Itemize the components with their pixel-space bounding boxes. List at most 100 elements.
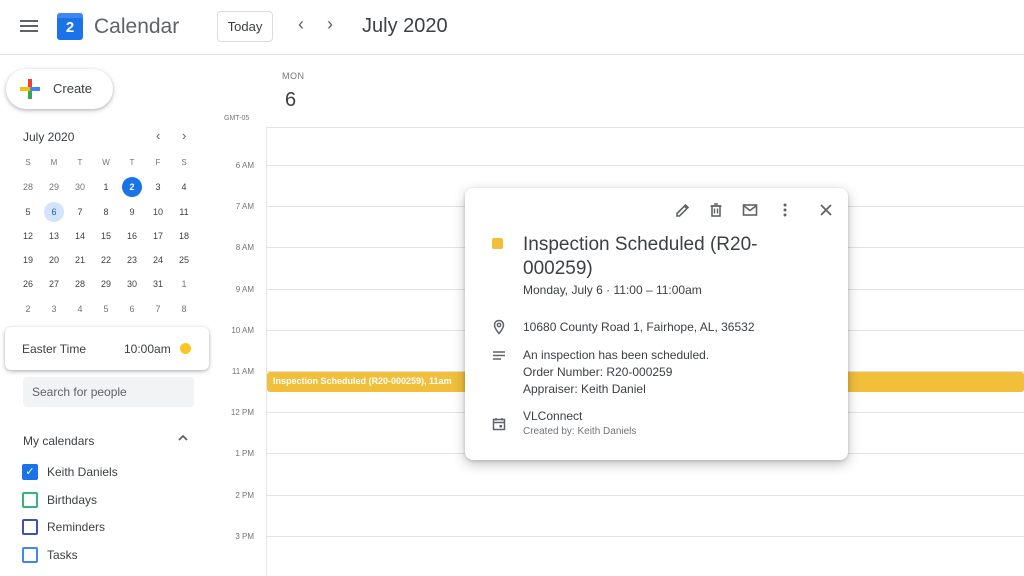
mini-calendar-day[interactable]: 1: [171, 273, 197, 297]
mini-calendar-day[interactable]: 15: [93, 225, 119, 249]
mini-calendar-day[interactable]: 21: [67, 249, 93, 273]
calendar-item[interactable]: Reminders: [22, 517, 202, 537]
calendar-item[interactable]: Birthdays: [22, 490, 202, 510]
mini-calendar-day[interactable]: 3: [145, 176, 171, 200]
mini-calendar-day[interactable]: 24: [145, 249, 171, 273]
mini-calendar-day[interactable]: 25: [171, 249, 197, 273]
calendar-item[interactable]: ✓ Keith Daniels: [22, 462, 202, 482]
mini-calendar-day[interactable]: 18: [171, 225, 197, 249]
more-options-icon[interactable]: [776, 201, 794, 219]
mini-calendar-weekday: M: [50, 158, 58, 167]
timezone-time: 10:00am: [124, 342, 171, 356]
close-icon[interactable]: [817, 201, 835, 219]
mini-calendar-weekday: W: [102, 158, 110, 167]
mini-calendar-day[interactable]: 2: [15, 298, 41, 322]
mini-calendar-day-label: 14: [74, 230, 85, 241]
edit-icon[interactable]: [674, 201, 692, 219]
event-created-by: Created by: Keith Daniels: [523, 426, 637, 437]
mini-calendar-day[interactable]: 28: [15, 176, 41, 200]
mini-calendar-day[interactable]: 8: [171, 298, 197, 322]
delete-icon[interactable]: [707, 201, 725, 219]
checkbox-checked-icon[interactable]: ✓: [22, 464, 38, 480]
hour-label: 7 AM: [235, 202, 254, 212]
mini-calendar-day[interactable]: 9: [119, 201, 145, 225]
hour-line[interactable]: [266, 535, 1024, 537]
mini-calendar-day-label: 1: [181, 279, 187, 290]
chevron-up-icon[interactable]: [177, 432, 189, 447]
mini-calendar-day[interactable]: 6: [41, 201, 67, 225]
calendar-item-label: Reminders: [47, 520, 106, 534]
mini-calendar-day[interactable]: 12: [15, 225, 41, 249]
gmt-offset-label: GMT-05: [224, 115, 250, 122]
mini-calendar-day[interactable]: 27: [41, 273, 67, 297]
mail-icon[interactable]: [741, 201, 759, 219]
mini-calendar-day[interactable]: 10: [145, 201, 171, 225]
mini-calendar-day-label: 19: [22, 255, 33, 266]
day-number[interactable]: 6: [285, 89, 296, 112]
create-label: Create: [53, 81, 93, 96]
mini-calendar-day[interactable]: 4: [67, 298, 93, 322]
mini-calendar-day-label: 4: [181, 182, 187, 193]
mini-calendar-day-label: 7: [77, 206, 83, 217]
mini-calendar-day[interactable]: 1: [93, 176, 119, 200]
next-period-button[interactable]: ›: [327, 14, 333, 35]
mini-calendar-day[interactable]: 4: [171, 176, 197, 200]
mini-calendar-day[interactable]: 19: [15, 249, 41, 273]
event-calendar-name: VLConnect: [523, 409, 583, 423]
mini-calendar-day[interactable]: 26: [15, 273, 41, 297]
event-title: Inspection Scheduled (R20-000259): [523, 234, 758, 279]
create-button[interactable]: Create: [6, 69, 113, 109]
mini-calendar-day[interactable]: 17: [145, 225, 171, 249]
mini-calendar-day[interactable]: 5: [15, 201, 41, 225]
hour-label: 10 AM: [231, 325, 254, 335]
mini-calendar-day[interactable]: 29: [93, 273, 119, 297]
event-description: An inspection has been scheduled. Order …: [523, 347, 709, 398]
previous-period-button[interactable]: ‹: [298, 14, 304, 35]
grid-line: [266, 127, 1024, 128]
calendar-item[interactable]: Tasks: [22, 545, 202, 565]
grid-divider: [266, 128, 267, 576]
mini-calendar-day[interactable]: 5: [93, 298, 119, 322]
checkbox-icon[interactable]: [22, 546, 38, 563]
mini-calendar-day[interactable]: 16: [119, 225, 145, 249]
mini-calendar-day[interactable]: 23: [119, 249, 145, 273]
sun-icon: [180, 343, 191, 354]
mini-calendar-day[interactable]: 30: [119, 273, 145, 297]
mini-calendar-day[interactable]: 28: [67, 273, 93, 297]
top-app-bar: 2 Calendar Today ‹ › July 2020: [0, 0, 1024, 55]
mini-calendar-day[interactable]: 30: [67, 176, 93, 200]
hour-line[interactable]: [266, 165, 1024, 166]
mini-calendar-day[interactable]: 22: [93, 249, 119, 273]
mini-calendar-day[interactable]: 3: [41, 298, 67, 322]
mini-calendar-day[interactable]: 6: [119, 298, 145, 322]
checkbox-icon[interactable]: [22, 491, 38, 508]
mini-calendar-day[interactable]: 20: [41, 249, 67, 273]
mini-calendar-day-label: 3: [51, 303, 57, 314]
location-pin-icon: [491, 319, 507, 335]
hour-line[interactable]: [266, 494, 1024, 496]
mini-calendar-day-label: 22: [100, 255, 111, 266]
mini-calendar-prev-button[interactable]: ‹: [156, 128, 160, 143]
mini-calendar-day[interactable]: 2: [119, 176, 145, 200]
mini-calendar-day[interactable]: 31: [145, 273, 171, 297]
mini-calendar-day[interactable]: 8: [93, 201, 119, 225]
mini-calendar-next-button[interactable]: ›: [182, 128, 186, 143]
mini-calendar-day[interactable]: 13: [41, 225, 67, 249]
my-calendars-title[interactable]: My calendars: [23, 434, 94, 448]
event-date-time: Monday, July 6 · 11:00 – 11:00am: [523, 283, 702, 297]
checkbox-icon[interactable]: [22, 519, 38, 535]
mini-calendar-day[interactable]: 14: [67, 225, 93, 249]
mini-calendar-weekday: F: [155, 158, 161, 167]
mini-calendar-day[interactable]: 7: [67, 201, 93, 225]
hour-label: 8 AM: [235, 243, 254, 253]
mini-calendar-day-label: 30: [126, 279, 137, 290]
mini-calendar-day[interactable]: 29: [41, 176, 67, 200]
today-button[interactable]: Today: [217, 11, 273, 42]
event-location[interactable]: 10680 County Road 1, Fairhope, AL, 36532: [523, 320, 755, 334]
mini-calendar-day[interactable]: 11: [171, 201, 197, 225]
mini-calendar-day[interactable]: 7: [145, 298, 171, 322]
mini-calendar-weekday: S: [25, 158, 31, 167]
main-menu-icon[interactable]: [18, 17, 40, 37]
search-people-input[interactable]: [23, 377, 194, 407]
mini-calendar-day-label: 9: [129, 206, 135, 217]
